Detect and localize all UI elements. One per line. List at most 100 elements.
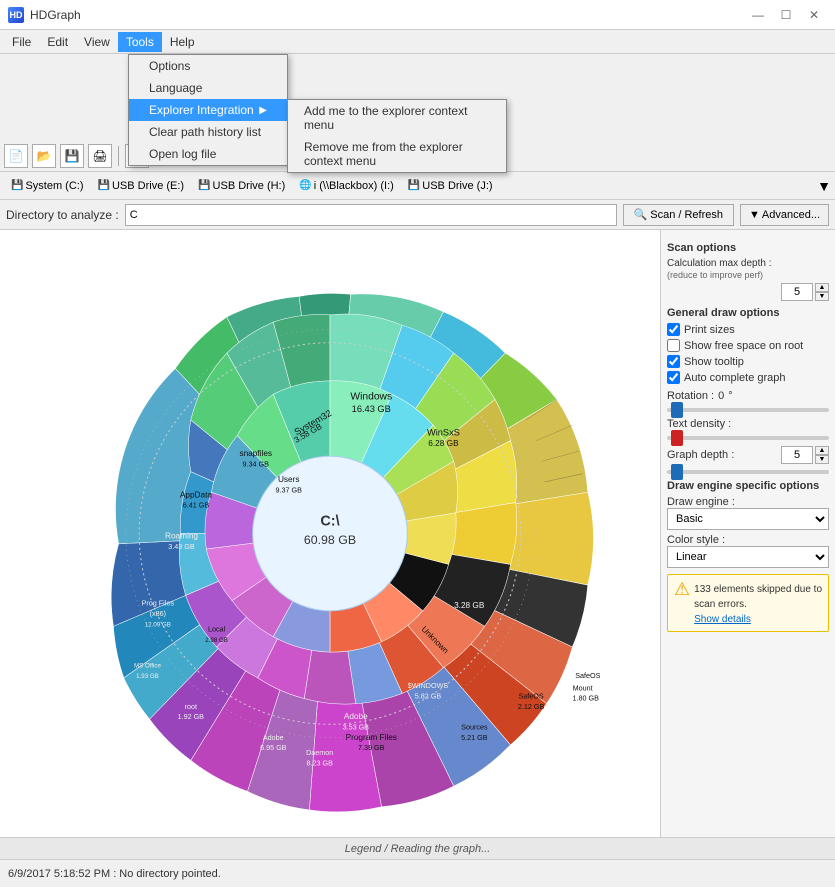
drive-tabs-scroll-right[interactable]: ▼ <box>817 178 831 194</box>
show-details-link[interactable]: Show details <box>694 614 751 625</box>
graph-depth-slider-thumb[interactable] <box>671 464 683 480</box>
svg-text:Adobe: Adobe <box>263 733 284 742</box>
svg-text:snapfiles: snapfiles <box>239 449 272 458</box>
svg-text:9.37 GB: 9.37 GB <box>276 485 303 494</box>
svg-text:1.93 GB: 1.93 GB <box>136 673 159 680</box>
menu-bar: File Edit View Tools Help <box>0 30 835 54</box>
title-bar: HD HDGraph — ☐ ✕ <box>0 0 835 30</box>
show-free-space-row: Show free space on root <box>667 339 829 352</box>
save-button[interactable]: 💾 <box>60 144 84 168</box>
svg-text:1.80 GB: 1.80 GB <box>573 694 600 703</box>
drive-tab-h[interactable]: 💾 USB Drive (H:) <box>191 177 292 195</box>
svg-text:SafeOS: SafeOS <box>575 671 600 680</box>
tools-dropdown-menu: Options Language Explorer Integration ▶ … <box>128 54 288 166</box>
text-density-label: Text density : <box>667 418 829 430</box>
menu-options[interactable]: Options <box>129 55 287 77</box>
calc-depth-up-button[interactable]: ▲ <box>815 283 829 292</box>
auto-complete-checkbox[interactable] <box>667 371 680 384</box>
svg-text:5.21 GB: 5.21 GB <box>461 733 488 742</box>
menu-edit[interactable]: Edit <box>39 32 76 52</box>
draw-engine-select[interactable]: Basic Advanced <box>667 508 829 530</box>
text-density-slider[interactable] <box>667 436 829 440</box>
right-panel: Scan options Calculation max depth : (re… <box>660 230 835 837</box>
window-controls: — ☐ ✕ <box>745 5 827 25</box>
auto-complete-row: Auto complete graph <box>667 371 829 384</box>
minimize-button[interactable]: — <box>745 5 771 25</box>
svg-text:Local: Local <box>208 624 226 633</box>
menu-tools[interactable]: Tools <box>118 32 162 52</box>
svg-text:Prog Files: Prog Files <box>142 599 175 608</box>
graph-depth-down-button[interactable]: ▼ <box>815 455 829 464</box>
disk-chart-svg: C:\ 60.98 GB System32 3.58 GB WinSxS 6.2… <box>0 230 660 837</box>
text-density-slider-track <box>667 436 829 440</box>
menu-view[interactable]: View <box>76 32 118 52</box>
svg-text:Windows: Windows <box>350 391 392 402</box>
menu-language[interactable]: Language <box>129 77 287 99</box>
menu-clear-path[interactable]: Clear path history list <box>129 121 287 143</box>
svg-text:Program Files: Program Files <box>346 733 397 742</box>
svg-text:Adobe: Adobe <box>344 712 368 721</box>
open-button[interactable]: 📂 <box>32 144 56 168</box>
menu-open-log[interactable]: Open log file <box>129 143 287 165</box>
draw-options-title: General draw options <box>667 307 829 319</box>
graph-depth-slider[interactable] <box>667 470 829 474</box>
svg-text:5.82 GB: 5.82 GB <box>415 692 442 701</box>
status-text: 6/9/2017 5:18:52 PM : No directory point… <box>8 868 221 880</box>
svg-text:3.53 GB: 3.53 GB <box>343 722 370 731</box>
remove-context-menu-item[interactable]: Remove me from the explorer context menu <box>288 136 506 172</box>
main-content: C:\ 60.98 GB System32 3.58 GB WinSxS 6.2… <box>0 230 835 837</box>
graph-depth-label: Graph depth : <box>667 449 734 461</box>
rotation-slider-thumb[interactable] <box>671 402 683 418</box>
svg-text:7.39 GB: 7.39 GB <box>358 743 385 752</box>
menu-file[interactable]: File <box>4 32 39 52</box>
show-tooltip-checkbox[interactable] <box>667 355 680 368</box>
svg-text:root: root <box>185 702 197 711</box>
warning-content: 133 elements skipped due to scan errors.… <box>694 581 822 625</box>
print-sizes-checkbox[interactable] <box>667 323 680 336</box>
print-button[interactable]: 🖨 <box>88 144 112 168</box>
drive-tab-j[interactable]: 💾 USB Drive (J:) <box>401 177 500 195</box>
menu-help[interactable]: Help <box>162 32 203 52</box>
text-density-slider-thumb[interactable] <box>671 430 683 446</box>
add-context-menu-item[interactable]: Add me to the explorer context menu <box>288 100 506 136</box>
calc-depth-down-button[interactable]: ▼ <box>815 292 829 301</box>
color-style-select[interactable]: Linear Random Gradient <box>667 546 829 568</box>
directory-input[interactable] <box>125 204 617 226</box>
graph-depth-spinner-buttons: ▲ ▼ <box>815 446 829 464</box>
scan-refresh-button[interactable]: 🔍 Scan / Refresh <box>623 204 734 226</box>
drive-tabs-bar: 💾 System (C:) 💾 USB Drive (E:) 💾 USB Dri… <box>0 172 835 200</box>
calc-depth-input[interactable] <box>781 283 813 301</box>
rotation-slider[interactable] <box>667 408 829 412</box>
drive-tab-e[interactable]: 💾 USB Drive (E:) <box>91 177 192 195</box>
warning-icon: ⚠ <box>674 579 690 600</box>
drive-icon-h: 💾 <box>198 180 210 191</box>
chart-area[interactable]: C:\ 60.98 GB System32 3.58 GB WinSxS 6.2… <box>0 230 660 837</box>
status-bar: 6/9/2017 5:18:52 PM : No directory point… <box>0 859 835 887</box>
svg-text:Users: Users <box>278 475 300 484</box>
menu-explorer-integration[interactable]: Explorer Integration ▶ Add me to the exp… <box>129 99 287 121</box>
maximize-button[interactable]: ☐ <box>773 5 799 25</box>
app-icon: HD <box>8 7 24 23</box>
graph-depth-input[interactable] <box>781 446 813 464</box>
auto-complete-label: Auto complete graph <box>684 372 786 384</box>
new-button[interactable]: 📄 <box>4 144 28 168</box>
graph-depth-spinner[interactable]: ▲ ▼ <box>781 446 829 464</box>
calc-depth-sublabel: (reduce to improve perf) <box>667 270 829 280</box>
svg-text:Mount: Mount <box>573 683 593 692</box>
close-button[interactable]: ✕ <box>801 5 827 25</box>
drive-tab-c[interactable]: 💾 System (C:) <box>4 177 91 195</box>
svg-text:Sources: Sources <box>461 722 488 731</box>
calc-depth-spinner[interactable]: ▲ ▼ <box>781 283 829 301</box>
svg-text:2.12 GB: 2.12 GB <box>518 702 545 711</box>
show-free-space-checkbox[interactable] <box>667 339 680 352</box>
svg-text:SafeOS: SafeOS <box>518 692 543 701</box>
drive-tab-i[interactable]: 🌐 i (\\Blackbox) (I:) <box>292 177 401 195</box>
svg-text:(x86): (x86) <box>150 609 166 618</box>
color-style-label: Color style : <box>667 534 829 546</box>
advanced-button[interactable]: ▼ Advanced... <box>740 204 829 226</box>
svg-text:Daemon: Daemon <box>306 748 333 757</box>
legend-bar: Legend / Reading the graph... <box>0 837 835 859</box>
svg-text:12.09 GB: 12.09 GB <box>145 621 171 628</box>
svg-text:3.28 GB: 3.28 GB <box>454 601 485 610</box>
graph-depth-up-button[interactable]: ▲ <box>815 446 829 455</box>
